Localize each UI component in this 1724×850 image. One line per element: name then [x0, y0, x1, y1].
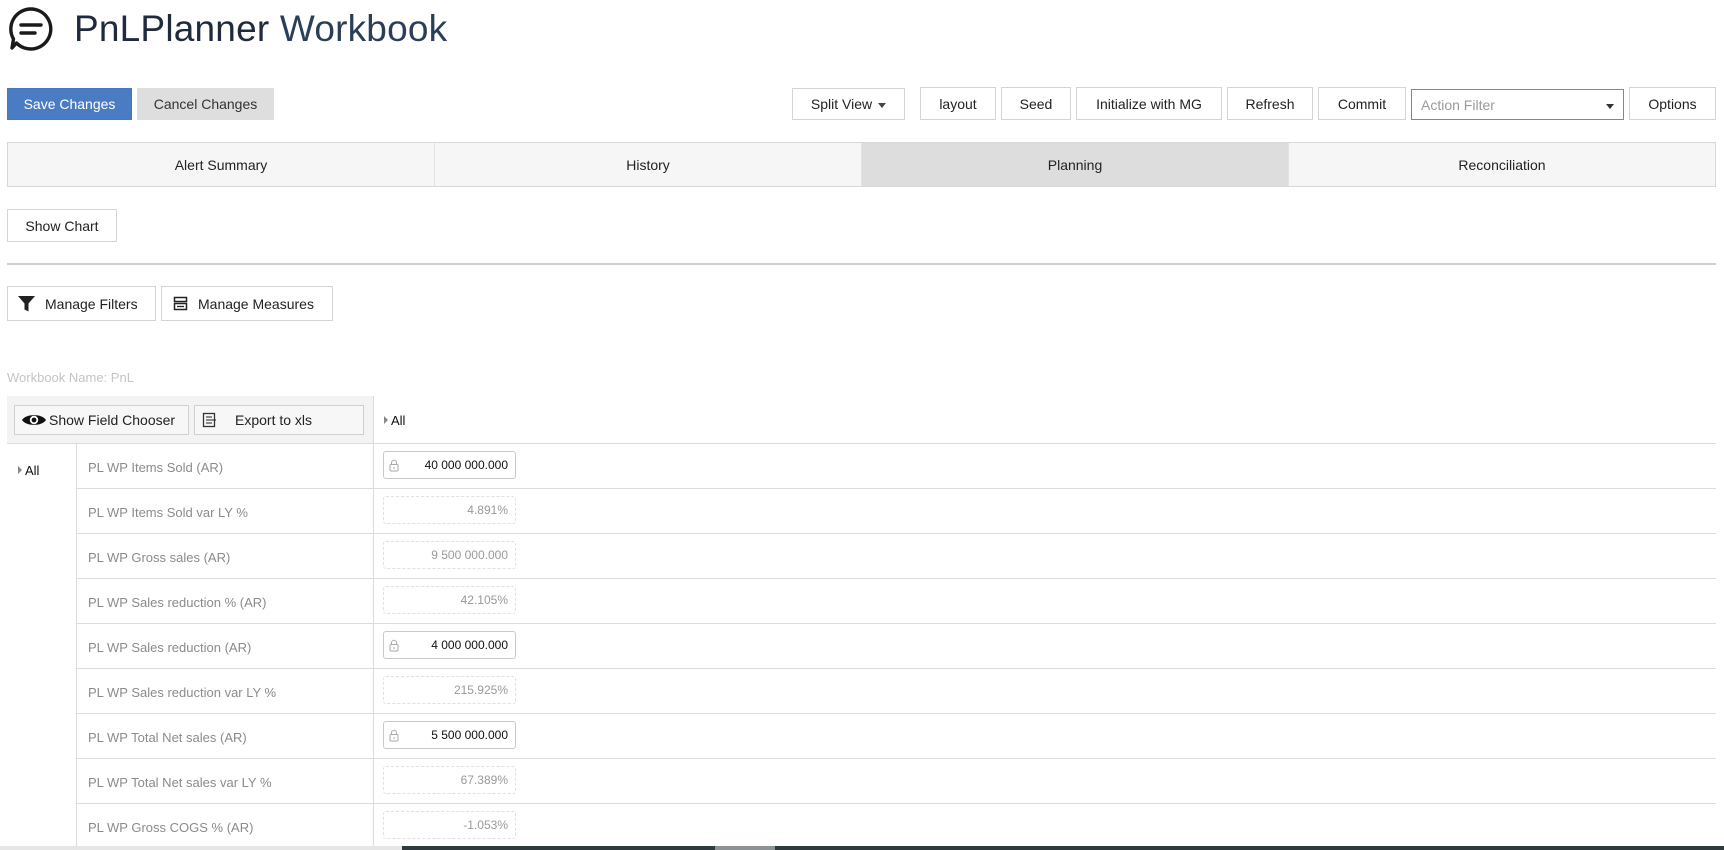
- export-to-xls-button[interactable]: Export to xls: [194, 405, 364, 435]
- show-field-chooser-label: Show Field Chooser: [49, 412, 176, 428]
- grid-toolbar: Show Field Chooser Export to xls: [7, 396, 373, 444]
- tab-reconciliation[interactable]: Reconciliation: [1289, 143, 1715, 186]
- lock-icon: [389, 729, 399, 742]
- initialize-with-mg-button[interactable]: Initialize with MG: [1076, 87, 1222, 120]
- show-field-chooser-button[interactable]: Show Field Chooser: [14, 405, 189, 435]
- cell-separator: [373, 669, 374, 714]
- show-chart-button[interactable]: Show Chart: [7, 209, 117, 242]
- value-input[interactable]: 5 500 000.000: [383, 721, 516, 749]
- cell-value: -1.053%: [463, 818, 508, 832]
- table-row: PL WP Sales reduction % (AR) 42.105%: [77, 579, 1716, 624]
- manage-filters-label: Manage Filters: [45, 295, 138, 312]
- measure-label: PL WP Sales reduction % (AR): [88, 595, 267, 610]
- cell-value: 4 000 000.000: [431, 638, 508, 652]
- cell-separator: [373, 624, 374, 669]
- column-header: All: [373, 396, 1716, 444]
- app-header: PnLPlanner Workbook: [8, 6, 447, 52]
- cell-value: 40 000 000.000: [424, 458, 508, 472]
- eye-icon: [22, 415, 46, 425]
- cell-value: 4.891%: [467, 503, 508, 517]
- tab-bar: Alert Summary History Planning Reconcili…: [7, 142, 1716, 187]
- table-row: PL WP Gross COGS % (AR) -1.053%: [77, 804, 1716, 849]
- cell-value: 67.389%: [460, 773, 508, 787]
- cell-separator: [373, 489, 374, 534]
- app-title-main: PnLPlanner: [74, 8, 270, 49]
- action-filter-placeholder: Action Filter: [1421, 96, 1495, 113]
- cell-value: 5 500 000.000: [431, 728, 508, 742]
- measure-label: PL WP Items Sold (AR): [88, 460, 224, 475]
- commit-button[interactable]: Commit: [1318, 87, 1406, 120]
- cell-separator: [373, 534, 374, 579]
- chevron-down-icon: [1606, 104, 1614, 109]
- tab-alert-summary[interactable]: Alert Summary: [8, 143, 435, 186]
- cell-separator: [373, 714, 374, 759]
- split-view-label: Split View: [810, 96, 873, 112]
- value-cell: 9 500 000.000: [383, 541, 516, 569]
- row-header: All: [7, 444, 77, 850]
- tab-history[interactable]: History: [435, 143, 862, 186]
- lock-icon: [389, 459, 399, 472]
- cell-value: 42.105%: [460, 593, 508, 607]
- value-cell: 42.105%: [383, 586, 516, 614]
- options-button[interactable]: Options: [1629, 87, 1716, 120]
- cell-value: 215.925%: [453, 683, 508, 697]
- filter-icon: [18, 295, 35, 311]
- measure-label: PL WP Sales reduction (AR): [88, 640, 252, 655]
- value-cell: -1.053%: [383, 811, 516, 839]
- table-row: PL WP Items Sold var LY % 4.891%: [77, 489, 1716, 534]
- measure-label: PL WP Total Net sales (AR): [88, 730, 247, 745]
- app-title-sub: Workbook: [279, 8, 448, 49]
- split-view-dropdown[interactable]: Split View: [792, 88, 905, 120]
- seed-button[interactable]: Seed: [1001, 87, 1071, 120]
- manage-filters-button[interactable]: Manage Filters: [7, 286, 156, 321]
- measure-label: PL WP Items Sold var LY %: [88, 505, 248, 520]
- tab-planning[interactable]: Planning: [862, 143, 1289, 186]
- value-input[interactable]: 40 000 000.000: [383, 451, 516, 479]
- chevron-down-icon: [878, 102, 887, 108]
- cell-separator: [373, 804, 374, 849]
- scrollbar-thumb[interactable]: [402, 846, 1724, 850]
- cell-separator: [373, 444, 374, 489]
- measure-label: PL WP Total Net sales var LY %: [88, 775, 272, 790]
- page-title: PnLPlanner Workbook: [74, 8, 447, 50]
- value-cell: 67.389%: [383, 766, 516, 794]
- section-divider: [7, 263, 1716, 265]
- value-cell: 215.925%: [383, 676, 516, 704]
- table-row: PL WP Gross sales (AR) 9 500 000.000: [77, 534, 1716, 579]
- table-row: PL WP Items Sold (AR) 40 000 000.000: [77, 444, 1716, 489]
- action-filter-select[interactable]: Action Filter: [1411, 89, 1624, 120]
- measure-label: PL WP Gross sales (AR): [88, 550, 231, 565]
- lock-icon: [389, 639, 399, 652]
- save-changes-button[interactable]: Save Changes: [7, 88, 132, 120]
- export-to-xls-label: Export to xls: [235, 412, 313, 428]
- workbook-name: Workbook Name: PnL: [7, 370, 134, 385]
- table-row: PL WP Sales reduction var LY % 215.925%: [77, 669, 1716, 714]
- table-row: PL WP Total Net sales (AR) 5 500 000.000: [77, 714, 1716, 759]
- chat-bubble-icon: [9, 7, 53, 51]
- row-header-label: All: [25, 463, 40, 478]
- cell-value: 9 500 000.000: [431, 548, 508, 562]
- export-icon: [202, 412, 216, 428]
- refresh-button[interactable]: Refresh: [1227, 87, 1313, 120]
- horizontal-scrollbar[interactable]: [0, 846, 1724, 850]
- expand-arrow-icon[interactable]: [384, 416, 388, 424]
- measure-label: PL WP Gross COGS % (AR): [88, 820, 254, 835]
- value-cell: 4.891%: [383, 496, 516, 524]
- table-row: PL WP Total Net sales var LY % 67.389%: [77, 759, 1716, 804]
- scrollbar-thumb-highlight: [715, 846, 775, 850]
- manage-measures-button[interactable]: Manage Measures: [161, 286, 333, 321]
- cancel-changes-button[interactable]: Cancel Changes: [137, 88, 274, 120]
- cell-separator: [373, 759, 374, 804]
- cell-separator: [373, 579, 374, 624]
- layout-button[interactable]: layout: [920, 87, 996, 120]
- list-icon: [173, 296, 188, 310]
- column-header-label: All: [391, 413, 406, 428]
- expand-arrow-icon[interactable]: [18, 466, 22, 474]
- table-row: PL WP Sales reduction (AR) 4 000 000.000: [77, 624, 1716, 669]
- value-input[interactable]: 4 000 000.000: [383, 631, 516, 659]
- measure-label: PL WP Sales reduction var LY %: [88, 685, 277, 700]
- manage-measures-label: Manage Measures: [198, 295, 314, 312]
